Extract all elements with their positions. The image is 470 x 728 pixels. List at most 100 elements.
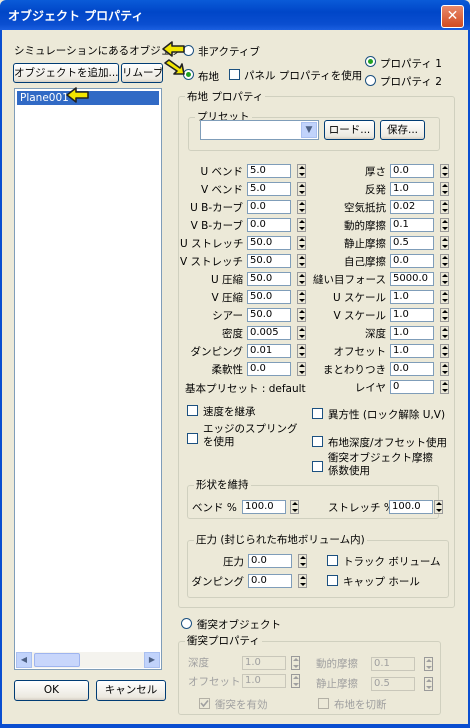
add-object-button[interactable]: オブジェクトを追加...: [13, 63, 119, 83]
param-label: 柔軟性: [211, 364, 244, 376]
param-input[interactable]: 5.0: [247, 182, 291, 196]
param-input[interactable]: 0.5: [390, 236, 434, 250]
param-input[interactable]: 1.0: [390, 344, 434, 358]
remove-button[interactable]: リムーブ: [121, 63, 163, 83]
param-input[interactable]: 0.0: [247, 200, 291, 214]
param-input[interactable]: 1.0: [390, 182, 434, 196]
spinner[interactable]: [440, 380, 449, 394]
collision-dyn-friction-input[interactable]: 0.1: [371, 657, 415, 671]
param-input[interactable]: 0.0: [390, 362, 434, 376]
spinner[interactable]: [440, 164, 449, 178]
scroll-thumb[interactable]: [34, 653, 80, 667]
prop1-label: プロパティ 1: [380, 58, 442, 70]
prop1-radio[interactable]: [365, 56, 376, 67]
spinner[interactable]: [440, 218, 449, 232]
chevron-down-icon[interactable]: ▼: [301, 122, 317, 138]
param-input[interactable]: 50.0: [247, 254, 291, 268]
inherit-velocity-checkbox[interactable]: [187, 405, 198, 416]
spinner[interactable]: [297, 164, 306, 178]
spinner[interactable]: [298, 554, 307, 568]
param-input[interactable]: 1.0: [390, 290, 434, 304]
cancel-button[interactable]: キャンセル: [96, 680, 166, 701]
spinner[interactable]: [297, 200, 306, 214]
checkmark-icon: [200, 699, 209, 708]
spinner[interactable]: [424, 677, 433, 691]
param-input[interactable]: 5000.0: [390, 272, 434, 286]
param-input[interactable]: 50.0: [247, 272, 291, 286]
anisotropic-checkbox[interactable]: [312, 408, 323, 419]
collision-object-radio[interactable]: [181, 618, 192, 629]
cut-cloth-checkbox[interactable]: [318, 698, 329, 709]
param-input[interactable]: 1.0: [390, 308, 434, 322]
spinner[interactable]: [297, 290, 306, 304]
panel-props-checkbox[interactable]: [229, 69, 240, 80]
param-input[interactable]: 0.01: [247, 344, 291, 358]
horizontal-scrollbar[interactable]: ◀ ▶: [16, 652, 160, 668]
param-input[interactable]: 1.0: [390, 326, 434, 340]
spinner[interactable]: [424, 657, 433, 671]
spinner[interactable]: [440, 290, 449, 304]
param-input[interactable]: 0.0: [247, 218, 291, 232]
spinner[interactable]: [440, 182, 449, 196]
scroll-right-arrow-icon[interactable]: ▶: [144, 652, 160, 668]
collision-friction-checkbox[interactable]: [312, 461, 323, 472]
spinner[interactable]: [297, 182, 306, 196]
close-button[interactable]: ✕: [441, 5, 464, 28]
scroll-left-arrow-icon[interactable]: ◀: [16, 652, 32, 668]
spinner[interactable]: [440, 344, 449, 358]
spinner[interactable]: [291, 674, 300, 688]
prop2-radio[interactable]: [365, 75, 376, 86]
spinner[interactable]: [440, 272, 449, 286]
cloth-depth-checkbox[interactable]: [312, 436, 323, 447]
object-list[interactable]: Plane001 ◀ ▶: [14, 88, 162, 670]
spinner[interactable]: [291, 656, 300, 670]
pressure-input[interactable]: 0.0: [248, 554, 292, 568]
param-input[interactable]: 50.0: [247, 236, 291, 250]
param-input[interactable]: 0.005: [247, 326, 291, 340]
enable-collision-checkbox[interactable]: [199, 698, 210, 709]
spinner[interactable]: [440, 236, 449, 250]
track-volume-checkbox[interactable]: [327, 555, 338, 566]
preset-dropdown[interactable]: ▼: [200, 120, 319, 140]
stretch-percent-input[interactable]: 100.0: [389, 500, 433, 514]
spinner[interactable]: [290, 500, 299, 514]
collision-static-friction-input[interactable]: 0.5: [371, 677, 415, 691]
param-label: 自己摩擦: [344, 256, 386, 268]
spinner[interactable]: [297, 326, 306, 340]
spinner[interactable]: [297, 362, 306, 376]
param-input[interactable]: 0.0: [247, 362, 291, 376]
spinner[interactable]: [297, 236, 306, 250]
save-button[interactable]: 保存...: [380, 120, 425, 140]
pressure-damping-input[interactable]: 0.0: [248, 574, 292, 588]
param-input[interactable]: 0: [390, 380, 434, 394]
param-label: U ストレッチ: [180, 238, 244, 250]
spinner[interactable]: [434, 500, 443, 514]
ok-button[interactable]: OK: [14, 680, 89, 701]
spinner[interactable]: [440, 254, 449, 268]
param-input[interactable]: 50.0: [247, 308, 291, 322]
collision-offset-input[interactable]: 1.0: [242, 674, 286, 688]
param-input[interactable]: 0.0: [390, 254, 434, 268]
param-input[interactable]: 0.0: [390, 164, 434, 178]
spinner[interactable]: [440, 326, 449, 340]
spinner[interactable]: [298, 574, 307, 588]
param-input[interactable]: 0.1: [390, 218, 434, 232]
param-input[interactable]: 5.0: [247, 164, 291, 178]
param-label: V 圧縮: [211, 292, 243, 304]
param-input[interactable]: 50.0: [247, 290, 291, 304]
bend-percent-input[interactable]: 100.0: [242, 500, 286, 514]
spinner[interactable]: [297, 254, 306, 268]
param-input[interactable]: 0.02: [390, 200, 434, 214]
spinner[interactable]: [440, 200, 449, 214]
spinner[interactable]: [440, 308, 449, 322]
spinner[interactable]: [297, 308, 306, 322]
collision-depth-input[interactable]: 1.0: [242, 656, 286, 670]
spinner[interactable]: [297, 344, 306, 358]
collision-depth-label: 深度: [188, 657, 209, 669]
spinner[interactable]: [297, 218, 306, 232]
cap-holes-checkbox[interactable]: [327, 575, 338, 586]
edge-springs-checkbox[interactable]: [187, 433, 198, 444]
load-button[interactable]: ロード...: [324, 120, 375, 140]
spinner[interactable]: [440, 362, 449, 376]
spinner[interactable]: [297, 272, 306, 286]
